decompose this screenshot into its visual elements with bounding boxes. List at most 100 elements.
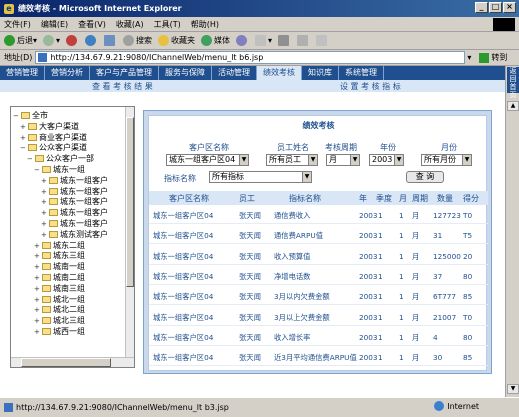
expand-icon[interactable]: + [34, 316, 40, 327]
cell-year: 2003 [359, 353, 378, 363]
tree-node[interactable]: + 城北二组 [11, 305, 126, 316]
query-button[interactable]: 查 询 [406, 171, 444, 183]
expand-icon[interactable]: + [41, 208, 47, 219]
tree-node[interactable]: + 城北一组 [11, 295, 126, 306]
month-select[interactable]: 所有月份 ▼ [421, 154, 472, 166]
menu-help[interactable]: 帮助(H) [191, 19, 219, 30]
tree-node[interactable]: + 城北三组 [11, 316, 126, 327]
tree-node[interactable]: + 大客户渠道 [11, 122, 126, 133]
menu-favorites[interactable]: 收藏(A) [116, 19, 144, 30]
edit-button[interactable] [297, 35, 310, 46]
expand-icon[interactable]: + [34, 295, 40, 306]
go-button[interactable]: 转到 [479, 52, 507, 63]
expand-icon[interactable]: + [20, 133, 26, 144]
back-button[interactable]: 后退 ▾ [4, 35, 37, 46]
period-select[interactable]: 月 ▼ [326, 154, 360, 166]
tree-node-label: 城南一组 [53, 262, 85, 272]
address-input[interactable]: http://134.67.9.21:9080/IChannelWeb/menu… [35, 51, 466, 64]
favorites-button[interactable]: 收藏夹 [158, 35, 195, 46]
print-button[interactable] [278, 35, 291, 46]
menu-tools[interactable]: 工具(T) [154, 19, 181, 30]
menu-edit[interactable]: 编辑(E) [41, 19, 68, 30]
year-select[interactable]: 2003 ▼ [369, 154, 404, 166]
tree-vertical-scrollbar[interactable] [125, 107, 134, 357]
nav-service[interactable]: 服务与保障 [159, 66, 212, 80]
tree-node[interactable]: + 城南一组 [11, 262, 126, 273]
tree-scroll-thumb[interactable] [126, 117, 134, 287]
maximize-button[interactable]: □ [489, 2, 502, 13]
minimize-button[interactable]: _ [475, 2, 488, 13]
nav-knowledge[interactable]: 知识库 [302, 66, 339, 80]
expand-icon[interactable]: + [34, 262, 40, 273]
history-button[interactable] [236, 35, 249, 46]
expand-icon[interactable]: + [20, 122, 26, 133]
collapse-icon[interactable]: − [20, 143, 26, 154]
sub-nav-view-results[interactable]: 查 看 考 核 结 果 [92, 81, 153, 92]
cell-indicator: 收入预算值 [274, 251, 311, 261]
tree-horizontal-scrollbar[interactable] [11, 357, 134, 367]
expand-icon[interactable]: + [34, 327, 40, 338]
tree-node[interactable]: + 城南二组 [11, 273, 126, 284]
collapse-icon[interactable]: − [13, 111, 19, 122]
collapse-icon[interactable]: − [34, 165, 40, 176]
expand-icon[interactable]: + [34, 305, 40, 316]
tree-node[interactable]: + 城东一组客户 [11, 219, 126, 230]
tree-node[interactable]: + 城东测试客户 [11, 230, 126, 241]
tree-node[interactable]: − 城东一组 [11, 165, 126, 176]
expand-icon[interactable]: + [34, 273, 40, 284]
indicator-select[interactable]: 所有指标 ▼ [209, 171, 312, 183]
menu-view[interactable]: 查看(V) [78, 19, 106, 30]
tree-node[interactable]: + 城东一组客户 [11, 187, 126, 198]
search-button[interactable]: 搜索 [123, 35, 152, 46]
sub-nav-set-indicators[interactable]: 设 置 考 核 指 标 [340, 81, 401, 92]
discuss-button[interactable] [316, 35, 329, 46]
cell-amount: 6T777 [433, 292, 457, 302]
nav-activity[interactable]: 活动管理 [212, 66, 257, 80]
tree-node[interactable]: − 全市 [11, 111, 126, 122]
stop-button[interactable] [66, 35, 79, 46]
expand-icon[interactable]: + [41, 176, 47, 187]
tree-node[interactable]: − 公众客户一部 [11, 154, 126, 165]
tree-node[interactable]: + 城东一组客户 [11, 208, 126, 219]
table-row: 城东一组客户区04 张天闻 收入增长率 2003 1 1 月 4 80 [149, 329, 488, 346]
return-home-button[interactable]: 返回首页 [507, 67, 519, 99]
nav-performance[interactable]: 绩效考核 [257, 66, 302, 80]
cell-staff: 张天闻 [239, 353, 261, 363]
tree-node[interactable]: + 城东三组 [11, 251, 126, 262]
tree-node[interactable]: + 城东一组客户 [11, 176, 126, 187]
main-nav: 营销管理 营销分析 客户与产品管理 服务与保障 活动管理 绩效考核 知识库 系统… [0, 66, 505, 80]
expand-icon[interactable]: + [34, 251, 40, 262]
expand-icon[interactable]: + [34, 284, 40, 295]
close-button[interactable]: × [503, 2, 516, 13]
expand-icon[interactable]: + [34, 241, 40, 252]
tree-node[interactable]: + 城东一组客户 [11, 197, 126, 208]
nav-analysis[interactable]: 营销分析 [45, 66, 90, 80]
address-dropdown-icon[interactable]: ▾ [467, 53, 471, 62]
mail-button[interactable]: ▾ [255, 35, 272, 46]
tree-node[interactable]: + 城东二组 [11, 241, 126, 252]
tree-node[interactable]: + 城西一组 [11, 327, 126, 338]
nav-system[interactable]: 系统管理 [339, 66, 384, 80]
status-url: http://134.67.9.21:9080/IChannelWeb/menu… [16, 403, 229, 412]
expand-icon[interactable]: + [41, 197, 47, 208]
customer-area-select[interactable]: 城东一组客户区04 ▼ [166, 154, 249, 166]
cell-indicator: 3月以上欠费金额 [274, 312, 330, 322]
nav-customer-product[interactable]: 客户与产品管理 [90, 66, 159, 80]
nav-marketing[interactable]: 营销管理 [0, 66, 45, 80]
expand-icon[interactable]: + [41, 230, 47, 241]
expand-icon[interactable]: + [41, 219, 47, 230]
menu-file[interactable]: 文件(F) [4, 19, 31, 30]
scroll-up-arrow-icon[interactable]: ▲ [507, 101, 519, 111]
staff-select[interactable]: 所有员工 ▼ [266, 154, 318, 166]
scroll-down-arrow-icon[interactable]: ▼ [507, 384, 519, 394]
expand-icon[interactable]: + [41, 187, 47, 198]
forward-button[interactable]: ▾ [43, 35, 60, 46]
refresh-button[interactable] [85, 35, 98, 46]
media-button[interactable]: 媒体 [201, 35, 230, 46]
tree-node[interactable]: + 城南三组 [11, 284, 126, 295]
tree-hscroll-thumb[interactable] [21, 358, 111, 367]
tree-node[interactable]: − 公众客户渠道 [11, 143, 126, 154]
tree-node[interactable]: + 商业客户渠道 [11, 133, 126, 144]
home-button[interactable] [104, 35, 117, 46]
collapse-icon[interactable]: − [27, 154, 33, 165]
